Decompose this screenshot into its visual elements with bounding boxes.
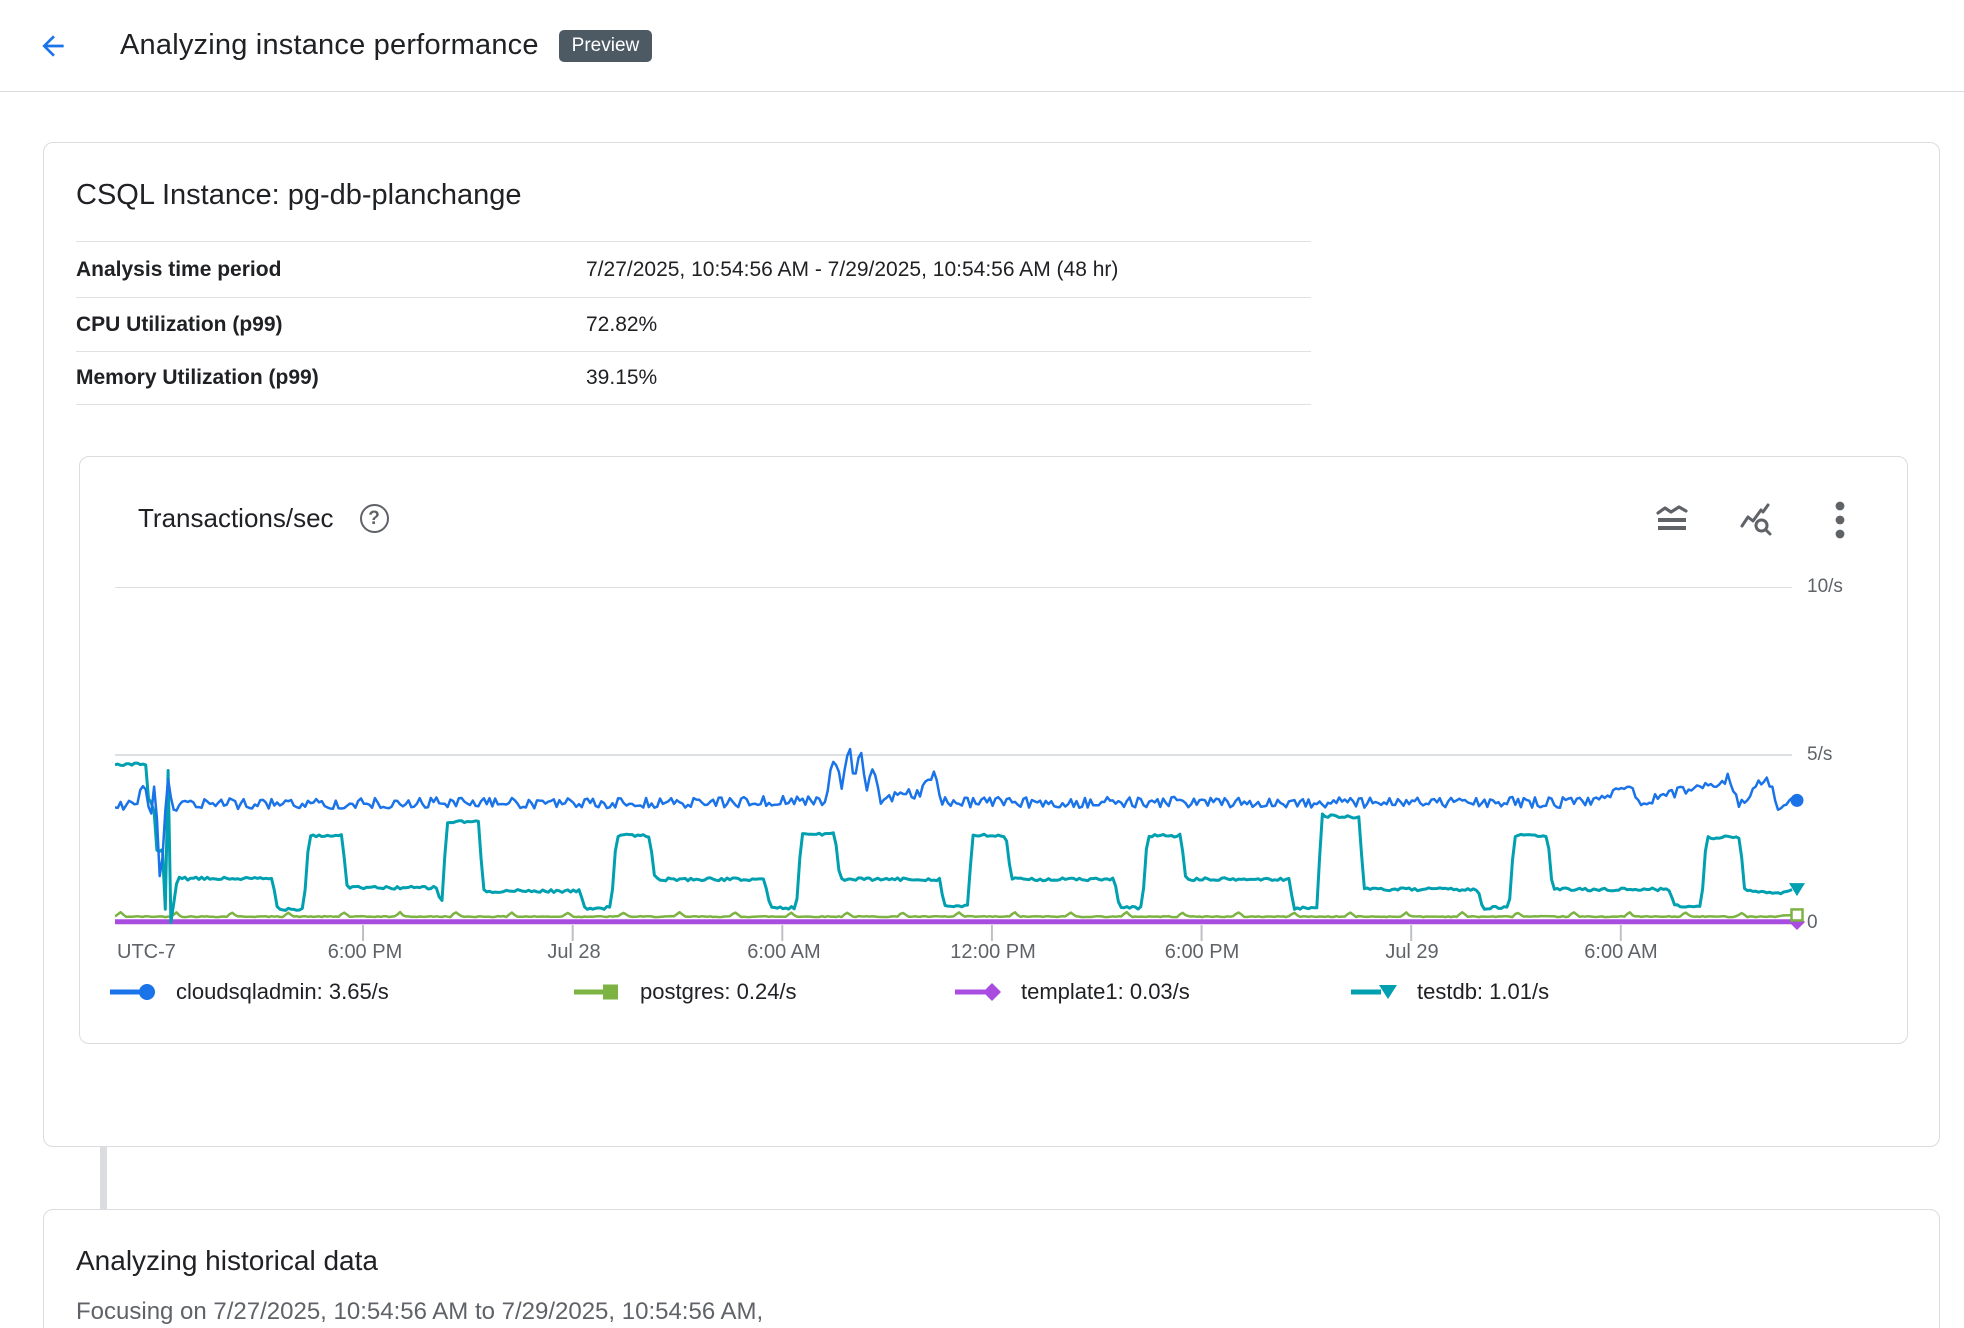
legend-item-testdb[interactable]: testdb: 1.01/s — [1351, 979, 1549, 1005]
help-icon[interactable]: ? — [360, 504, 389, 533]
legend-item-postgres[interactable]: postgres: 0.24/s — [574, 979, 797, 1005]
legend-label: cloudsqladmin: 3.65/s — [176, 979, 389, 1005]
legend-item-cloudsqladmin[interactable]: cloudsqladmin: 3.65/s — [110, 979, 389, 1005]
legend-marker-diamond — [955, 983, 1003, 1001]
page: Analyzing instance performance Preview C… — [0, 0, 1964, 1328]
x-axis-label: 6:00 AM — [747, 941, 820, 964]
instance-info-table: Analysis time period 7/27/2025, 10:54:56… — [76, 241, 1311, 405]
historical-card-title: Analyzing historical data — [76, 1245, 378, 1277]
chart-toolbar — [1653, 501, 1859, 539]
x-axis-label: 6:00 PM — [1165, 941, 1239, 964]
arrow-back-icon — [37, 30, 69, 62]
x-axis-label: 6:00 AM — [1584, 941, 1657, 964]
row-value: 39.15% — [586, 366, 657, 390]
series-postgres — [115, 912, 1792, 917]
instance-card: CSQL Instance: pg-db-planchange Analysis… — [43, 142, 1940, 1147]
timeline-connector — [100, 1147, 107, 1209]
legend-label: testdb: 1.01/s — [1417, 979, 1549, 1005]
series-testdb — [115, 763, 1792, 922]
row-value: 72.82% — [586, 313, 657, 337]
legend-item-template1[interactable]: template1: 0.03/s — [955, 979, 1190, 1005]
x-axis-label: 6:00 PM — [328, 941, 402, 964]
header: Analyzing instance performance Preview — [0, 0, 1964, 92]
preview-badge: Preview — [559, 30, 653, 62]
y-axis-label: 10/s — [1807, 576, 1877, 598]
instance-card-title: CSQL Instance: pg-db-planchange — [76, 179, 522, 212]
legend-label: template1: 0.03/s — [1021, 979, 1190, 1005]
legend-marker-triangle-down — [1351, 983, 1399, 1001]
y-axis-label: 0 — [1807, 912, 1877, 934]
chart-title: Transactions/sec — [138, 503, 334, 534]
row-label: CPU Utilization (p99) — [76, 313, 586, 337]
table-row: Memory Utilization (p99) 39.15% — [76, 351, 1311, 405]
transactions-chart-card: Transactions/sec ? — [79, 456, 1908, 1044]
x-axis-label: 12:00 PM — [950, 941, 1036, 964]
x-axis-label: Jul 28 — [547, 941, 600, 964]
historical-card-body: Focusing on 7/27/2025, 10:54:56 AM to 7/… — [76, 1298, 763, 1326]
table-row: Analysis time period 7/27/2025, 10:54:56… — [76, 241, 1311, 297]
timezone-label: UTC-7 — [117, 941, 176, 964]
series-end-marker-postgres — [1792, 909, 1803, 920]
back-button[interactable] — [36, 29, 70, 63]
transactions-chart[interactable] — [115, 587, 1805, 947]
series-end-marker-cloudsqladmin — [1791, 794, 1804, 807]
stacked-chart-icon[interactable] — [1653, 501, 1691, 539]
more-options-icon[interactable] — [1821, 501, 1859, 539]
row-value: 7/27/2025, 10:54:56 AM - 7/29/2025, 10:5… — [586, 258, 1118, 282]
legend-label: postgres: 0.24/s — [640, 979, 797, 1005]
row-label: Analysis time period — [76, 258, 586, 282]
series-cloudsqladmin — [115, 749, 1792, 876]
row-label: Memory Utilization (p99) — [76, 366, 586, 390]
x-axis-label: Jul 29 — [1385, 941, 1438, 964]
legend-marker-square — [574, 983, 622, 1001]
page-title: Analyzing instance performance — [120, 29, 539, 62]
y-axis-label: 5/s — [1807, 744, 1877, 766]
table-row: CPU Utilization (p99) 72.82% — [76, 297, 1311, 351]
historical-card: Analyzing historical data Focusing on 7/… — [43, 1209, 1940, 1328]
legend-marker-circle — [110, 983, 158, 1001]
explore-chart-icon[interactable] — [1737, 501, 1775, 539]
